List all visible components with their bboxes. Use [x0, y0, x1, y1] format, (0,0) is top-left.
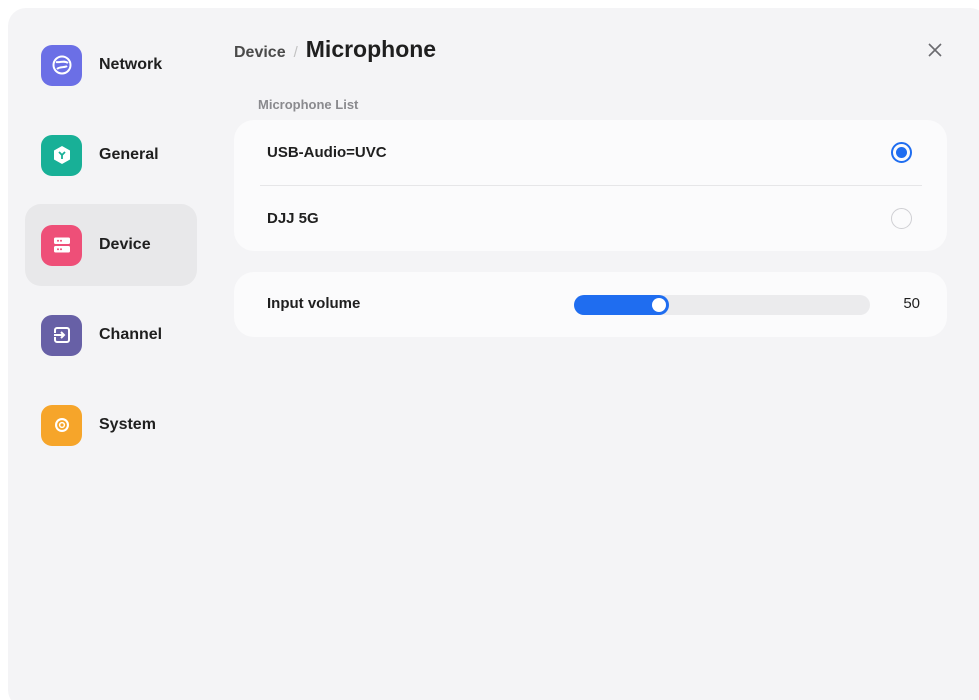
sidebar-item-channel[interactable]: Channel [25, 294, 197, 376]
globe-icon [41, 44, 82, 86]
breadcrumb: Device / Microphone [234, 36, 436, 63]
page-title: Microphone [305, 36, 437, 62]
microphone-name: USB-Audio=UVC [267, 144, 387, 161]
close-icon [928, 43, 942, 57]
sidebar-item-label: Channel [99, 326, 163, 343]
sidebar-item-network[interactable]: Network [25, 24, 197, 106]
sidebar-item-general[interactable]: General [25, 114, 197, 196]
input-volume-label: Input volume [267, 295, 361, 312]
cube-icon [41, 134, 82, 176]
sidebar-item-label: System [99, 416, 156, 433]
sidebar: Network General Device Channel System [25, 24, 197, 474]
sidebar-item-label: General [99, 146, 159, 163]
list-item[interactable]: DJJ 5G [234, 186, 947, 251]
list-item[interactable]: USB-Audio=UVC [234, 120, 947, 185]
input-volume-card: Input volume 50 [234, 272, 947, 337]
sidebar-item-device[interactable]: Device [25, 204, 197, 286]
volume-slider-thumb[interactable] [652, 298, 666, 312]
sidebar-item-system[interactable]: System [25, 384, 197, 466]
gear-icon [41, 404, 82, 446]
volume-slider[interactable] [574, 295, 870, 315]
close-button[interactable] [925, 40, 945, 60]
sidebar-item-label: Network [99, 56, 163, 73]
input-arrow-icon [41, 314, 82, 356]
server-icon [41, 224, 82, 266]
sidebar-item-label: Device [99, 236, 151, 253]
section-label: Microphone List [258, 97, 359, 112]
input-volume-value: 50 [903, 295, 920, 312]
breadcrumb-parent[interactable]: Device [234, 44, 286, 62]
breadcrumb-separator: / [293, 44, 298, 61]
microphone-name: DJJ 5G [267, 210, 319, 227]
radio-button[interactable] [891, 208, 912, 229]
microphone-list: USB-Audio=UVC DJJ 5G [234, 120, 947, 251]
radio-button[interactable] [891, 142, 912, 163]
